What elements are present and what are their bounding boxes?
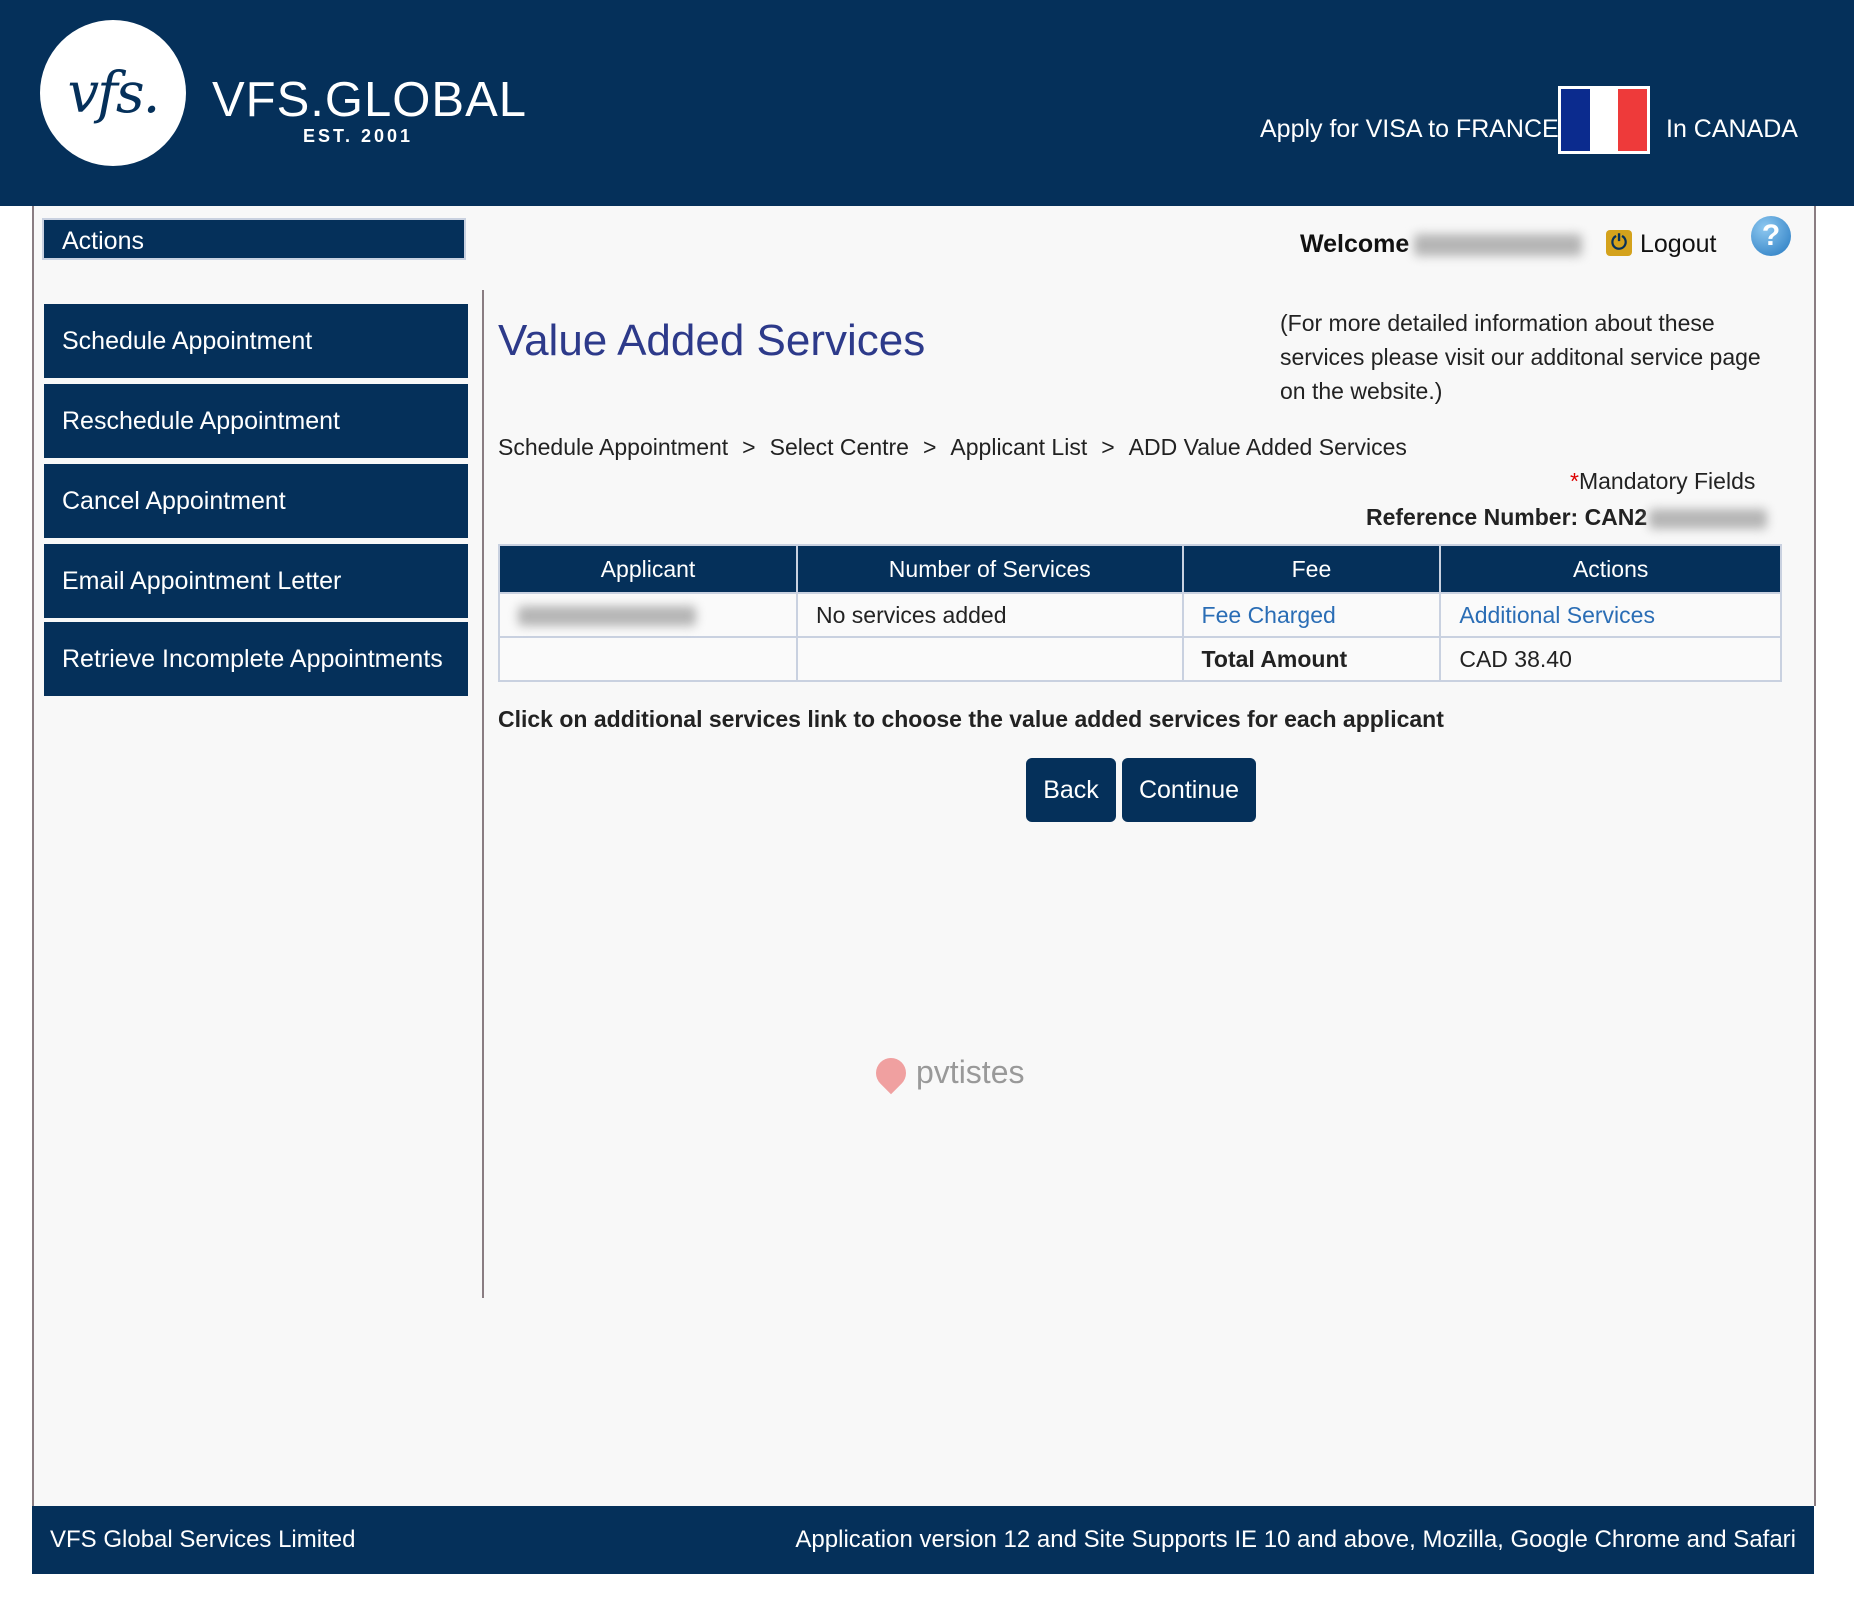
total-amount-value: CAD 38.40 [1439, 636, 1782, 682]
help-icon[interactable]: ? [1751, 216, 1791, 256]
table-row: No services added Fee Charged Additional… [497, 592, 1782, 638]
mandatory-fields-note: *Mandatory Fields [1570, 468, 1755, 495]
sidebar-item-cancel-appointment[interactable]: Cancel Appointment [44, 464, 468, 538]
power-icon[interactable]: ⏻ [1606, 230, 1632, 256]
sidebar-item-label: Email Appointment Letter [62, 566, 342, 595]
site-header: vfs. VFS.GLOBAL EST. 2001 Apply for VISA… [0, 0, 1854, 206]
sidebar-item-schedule-appointment[interactable]: Schedule Appointment [44, 304, 468, 378]
breadcrumb: Schedule Appointment > Select Centre > Appli… [498, 434, 1407, 461]
additional-services-link[interactable]: Additional Services [1459, 602, 1655, 628]
fee-charged-link[interactable]: Fee Charged [1202, 602, 1336, 628]
back-button[interactable]: Back [1026, 758, 1116, 822]
actions-cell: Additional Services [1439, 592, 1782, 638]
mandatory-star: * [1570, 468, 1579, 494]
breadcrumb-item: Schedule Appointment [498, 434, 729, 460]
footer-company: VFS Global Services Limited [50, 1526, 356, 1553]
table-total-row: Total Amount CAD 38.40 [497, 636, 1782, 682]
sidebar-item-label: Cancel Appointment [62, 486, 286, 515]
column-header-applicant: Applicant [497, 544, 799, 594]
site-footer: VFS Global Services Limited Application … [32, 1506, 1814, 1574]
france-flag-icon [1558, 86, 1650, 154]
redacted-applicant-name [518, 606, 696, 627]
breadcrumb-item: Select Centre [769, 434, 909, 460]
mandatory-text: Mandatory Fields [1578, 468, 1756, 494]
logout-link[interactable]: Logout [1640, 230, 1716, 259]
flag-red-stripe [1618, 89, 1647, 151]
country-text: In CANADA [1666, 115, 1798, 143]
vfs-logo[interactable]: vfs. [40, 20, 186, 166]
sidebar-header: Actions [42, 218, 466, 260]
services-table: Applicant Number of Services Fee Actions… [497, 544, 1782, 682]
instruction-text: Click on additional services link to cho… [498, 706, 1444, 732]
applicant-cell [497, 592, 799, 638]
brand-est: EST. 2001 [303, 126, 414, 146]
logo-mark: vfs. [67, 60, 161, 126]
breadcrumb-separator: > [742, 434, 756, 460]
total-amount-label: Total Amount [1181, 636, 1442, 682]
services-info-text: (For more detailed information about the… [1280, 310, 1761, 404]
redacted-user-name [1414, 234, 1582, 256]
empty-cell [497, 636, 799, 682]
brand-name: VFS.GLOBAL [212, 73, 528, 127]
reference-label: Reference Number: CAN2 [1366, 504, 1648, 530]
reference-number: Reference Number: CAN2 [1366, 504, 1768, 531]
breadcrumb-separator: > [1101, 434, 1115, 460]
sidebar-item-label: Retrieve Incomplete Appointments [62, 644, 443, 673]
breadcrumb-separator: > [922, 434, 937, 460]
services-cell: No services added [796, 592, 1184, 638]
sidebar-item-reschedule-appointment[interactable]: Reschedule Appointment [44, 384, 468, 458]
column-header-number-of-services: Number of Services [796, 544, 1184, 594]
page-title: Value Added Services [498, 316, 926, 365]
vertical-divider [482, 290, 484, 1298]
welcome-label: Welcome [1300, 230, 1410, 258]
column-header-fee: Fee [1181, 544, 1442, 594]
column-header-actions: Actions [1439, 544, 1782, 594]
redacted-reference-digits [1649, 508, 1768, 529]
sidebar-item-label: Reschedule Appointment [62, 406, 340, 435]
sidebar-item-retrieve-incomplete[interactable]: Retrieve Incomplete Appointments [44, 622, 468, 696]
footer-version-info: Application version 12 and Site Supports… [795, 1526, 1796, 1553]
sidebar-item-email-appointment-letter[interactable]: Email Appointment Letter [44, 544, 468, 618]
breadcrumb-item: Applicant List [950, 434, 1088, 460]
location-pin-icon [869, 1051, 913, 1094]
watermark: pvtistes [869, 1051, 1025, 1094]
continue-button[interactable]: Continue [1122, 758, 1256, 822]
empty-cell [796, 636, 1184, 682]
table-header-row: Applicant Number of Services Fee Actions [497, 544, 1782, 594]
breadcrumb-item: ADD Value Added Services [1128, 434, 1407, 460]
flag-blue-stripe [1561, 89, 1590, 151]
flag-white-stripe [1589, 89, 1619, 151]
fee-cell: Fee Charged [1181, 592, 1442, 638]
apply-visa-text: Apply for VISA to FRANCE [1260, 115, 1559, 143]
sidebar-item-label: Schedule Appointment [62, 326, 313, 355]
watermark-text: pvtistes [916, 1054, 1025, 1090]
